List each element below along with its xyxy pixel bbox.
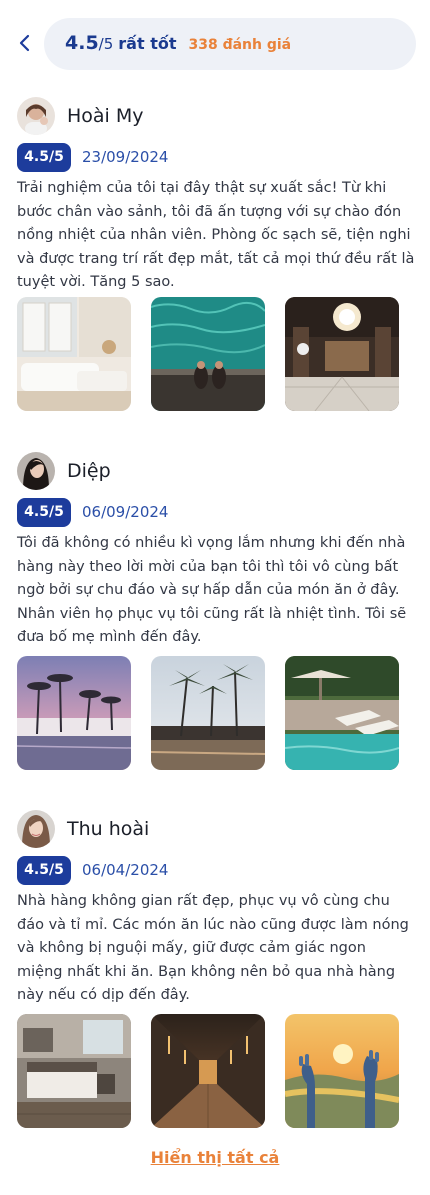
chandelier-lobby-photo[interactable] [285,297,399,411]
review-text: Tôi đã không có nhiều kì vọng lắm nhưng … [17,535,407,645]
score-max: /5 [98,35,114,53]
palm-resort-dusk-photo[interactable] [17,656,131,770]
review-photos [17,297,419,411]
reviews-header: 4.5 /5 rất tốt 338 đánh giá [0,0,430,90]
palm-pool-photo[interactable] [151,656,265,770]
review-photos [17,1014,419,1128]
review-date: 06/09/2024 [82,503,169,521]
review-date: 23/09/2024 [82,148,169,166]
chevron-left-icon [19,34,30,52]
rating-badge: 4.5/5 [17,855,71,885]
review-count: 338 đánh giá [188,37,292,53]
rating-summary: 4.5 /5 rất tốt 338 đánh giá [44,18,416,70]
review-text: Trải nghiệm của tôi tại đây thật sự xuất… [17,180,415,290]
review-date: 06/04/2024 [82,861,169,879]
rating-badge: 4.5/5 [17,142,71,172]
sunbed-pool-photo[interactable] [285,656,399,770]
golden-bridge-photo[interactable] [285,1014,399,1128]
rating-label: rất tốt [118,34,177,53]
hotel-corridor-photo[interactable] [151,1014,265,1128]
reviewer-name: Hoài My [67,105,144,127]
back-button[interactable] [10,28,40,58]
reviewer-avatar[interactable] [17,810,55,848]
reviewer-name: Thu hoài [67,818,150,840]
bedroom-photo[interactable] [17,1014,131,1128]
reviewer-avatar[interactable] [17,452,55,490]
reviewer-name: Diệp [67,460,111,482]
rating-badge: 4.5/5 [17,497,71,527]
review-text: Nhà hàng không gian rất đẹp, phục vụ vô … [17,893,409,1003]
reviewer-avatar[interactable] [17,97,55,135]
white-living-room-photo[interactable] [17,297,131,411]
show-all-link[interactable]: Hiển thị tất cả [0,1148,430,1167]
pool-aerial-photo[interactable] [151,297,265,411]
overall-score: 4.5 [65,32,99,54]
review-photos [17,656,419,770]
